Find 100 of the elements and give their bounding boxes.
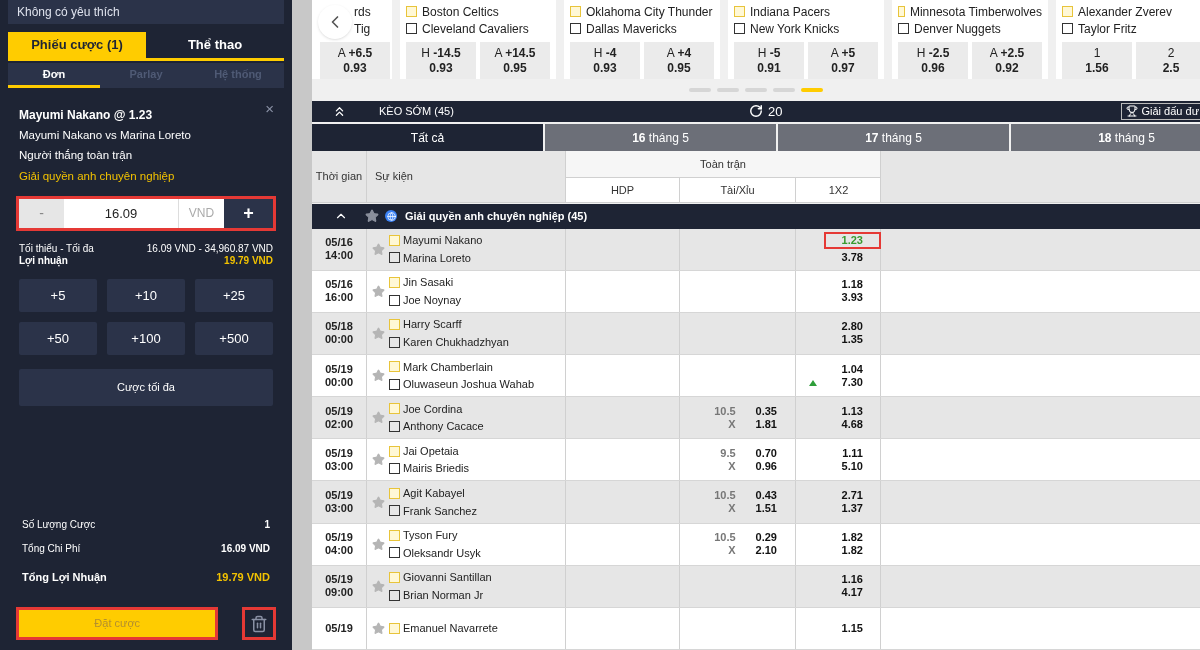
- date-tab[interactable]: 16 tháng 5: [545, 123, 776, 152]
- odds-button[interactable]: A +4 0.95: [644, 42, 714, 80]
- home-badge-icon: [1062, 6, 1073, 17]
- summary-label: Tổng Chi Phí: [22, 541, 81, 556]
- odds-button[interactable]: H -5 0.91: [734, 42, 804, 80]
- match-time: 05/19 09:00: [312, 565, 367, 607]
- odds-value[interactable]: 1.04: [841, 362, 863, 376]
- quick-amount-button[interactable]: +25: [195, 278, 273, 312]
- stake-field[interactable]: - 16.09 VND +: [19, 198, 273, 228]
- date-tab[interactable]: 17 tháng 5: [778, 123, 1009, 152]
- favorite-star-icon[interactable]: [372, 579, 385, 593]
- match-time: 05/19: [312, 607, 367, 649]
- favorite-star-icon[interactable]: [372, 621, 385, 635]
- odds-value[interactable]: 1.35: [841, 333, 863, 347]
- date-tab[interactable]: 18 tháng 5: [1011, 123, 1200, 152]
- over-under-odds[interactable]: 0.29 2.10: [755, 531, 777, 558]
- match-card[interactable]: Alexander Zverev Taylor Fritz 1 1.56 2 2.5: [1056, 0, 1200, 80]
- bet-type-tab[interactable]: Đơn: [8, 63, 100, 88]
- quick-amount-button[interactable]: +500: [195, 321, 273, 355]
- favorite-star-icon[interactable]: [365, 209, 379, 224]
- match-card[interactable]: Oklahoma City Thunder Dallas Mavericks H -4 0.93 A +4 0.95: [564, 0, 720, 80]
- over-under-odds[interactable]: 0.43 1.51: [755, 489, 777, 515]
- favorite-star-icon[interactable]: [372, 411, 385, 425]
- odds-button[interactable]: H -14.5 0.93: [406, 42, 476, 80]
- home-badge-icon: [389, 319, 400, 331]
- odds-value[interactable]: 1.82: [841, 531, 863, 545]
- match-card[interactable]: Boston Celtics Cleveland Cavaliers H -14.5 0.93 A +14.5 0.95: [400, 0, 556, 80]
- refresh-icon[interactable]: [749, 104, 763, 119]
- profit-value: 19.79 VND: [224, 254, 273, 267]
- odds-value[interactable]: 3.93: [841, 291, 863, 305]
- team-name: Marina Loreto: [403, 250, 471, 266]
- odds-value[interactable]: 1.11: [842, 446, 863, 460]
- over-under-odds[interactable]: 0.70 0.96: [755, 446, 777, 473]
- odds-value[interactable]: 4.17: [841, 586, 863, 600]
- increase-button[interactable]: +: [224, 198, 273, 228]
- odds-value[interactable]: 2.71: [841, 489, 863, 502]
- away-badge-icon: [1062, 23, 1073, 34]
- date-tab[interactable]: Tất cả: [312, 123, 543, 152]
- odds-value[interactable]: 5.10: [841, 459, 863, 473]
- summary-value: 1: [264, 517, 270, 532]
- odds-value[interactable]: 1.13: [841, 404, 863, 418]
- home-badge-icon: [389, 403, 400, 415]
- bet-slip-tab[interactable]: Phiếu cược (1): [8, 32, 146, 58]
- odds-button[interactable]: H -4 0.93: [570, 42, 640, 80]
- favorite-star-icon[interactable]: [372, 242, 385, 256]
- odds-button[interactable]: A +14.5 0.95: [480, 42, 550, 80]
- odds-button[interactable]: H -2.5 0.96: [898, 42, 968, 80]
- league-name: Giải quyền anh chuyên nghiệp: [19, 168, 176, 184]
- close-button[interactable]: ×: [265, 101, 274, 116]
- quick-amount-button[interactable]: +10: [107, 278, 185, 312]
- team-name: Giovanni Santillan: [403, 570, 492, 586]
- favorite-star-icon[interactable]: [372, 369, 385, 383]
- trash-icon[interactable]: [245, 610, 273, 637]
- odds-value[interactable]: 1.18: [841, 278, 863, 292]
- odds-value[interactable]: 1.82: [841, 544, 863, 558]
- bet-slip-tab[interactable]: Thể thao: [146, 32, 284, 58]
- team-name: Alexander Zverev: [1078, 3, 1173, 21]
- odds-value[interactable]: 7.30: [841, 375, 863, 389]
- favorite-star-icon[interactable]: [372, 537, 385, 551]
- away-badge-icon: [389, 294, 400, 306]
- odds-value[interactable]: 1.16: [841, 573, 863, 587]
- match-time: 05/16 14:00: [312, 228, 367, 270]
- odds-button[interactable]: 2 2.5: [1136, 42, 1200, 80]
- match-time: 05/19 04:00: [312, 523, 367, 565]
- quick-amount-button[interactable]: +100: [107, 321, 185, 355]
- odds-value[interactable]: 3.78: [841, 251, 863, 265]
- favorite-star-icon[interactable]: [372, 495, 385, 509]
- column-header: Thời gian: [312, 151, 367, 203]
- team-name: Oklahoma City Thunder: [586, 3, 713, 21]
- match-time: 05/19 03:00: [312, 439, 367, 481]
- quick-amount-button[interactable]: +5: [19, 278, 97, 312]
- globe-icon: [385, 210, 397, 223]
- favorite-star-icon[interactable]: [372, 453, 385, 467]
- column-header: Tài/Xỉu: [680, 178, 796, 203]
- odds-button[interactable]: A +5 0.97: [808, 42, 878, 80]
- match-card[interactable]: Minnesota Timberwolves Denver Nuggets H -2.5 0.96 A +2.5 0.92: [892, 0, 1048, 80]
- team-name: Denver Nuggets: [914, 20, 1001, 38]
- match-card[interactable]: Indiana Pacers New York Knicks H -5 0.91 A +5 0.97: [728, 0, 884, 80]
- odds-value[interactable]: 1.37: [841, 502, 863, 515]
- max-bet-button[interactable]: Cược tối đa: [19, 368, 273, 406]
- team-name: Boston Celtics: [422, 3, 499, 21]
- away-badge-icon: [389, 336, 400, 348]
- odds-value[interactable]: 4.68: [841, 417, 863, 431]
- odds-button[interactable]: A +2.5 0.92: [972, 42, 1042, 80]
- tournaments-button[interactable]: Giải đấu đư: [1121, 102, 1200, 120]
- team-name: Joe Noynay: [403, 292, 462, 308]
- favorite-star-icon[interactable]: [372, 326, 385, 340]
- limits-value: 16.09 VND - 34,960.87 VND: [146, 242, 273, 255]
- team-name: Mayumi Nakano: [403, 233, 483, 249]
- home-badge-icon: [389, 361, 400, 373]
- odds-value[interactable]: 2.80: [841, 320, 863, 334]
- odds-value[interactable]: 1.15: [841, 621, 863, 635]
- favorite-star-icon[interactable]: [372, 284, 385, 298]
- home-badge-icon: [389, 277, 400, 289]
- home-badge-icon: [389, 529, 400, 541]
- odds-button[interactable]: 1 1.56: [1062, 42, 1132, 80]
- quick-amount-button[interactable]: +50: [19, 321, 97, 355]
- league-header[interactable]: Giải quyền anh chuyên nghiệp (45): [312, 204, 1200, 229]
- over-under-odds[interactable]: 0.35 1.81: [755, 404, 777, 431]
- odds-button[interactable]: A +6.5 0.93: [320, 42, 390, 80]
